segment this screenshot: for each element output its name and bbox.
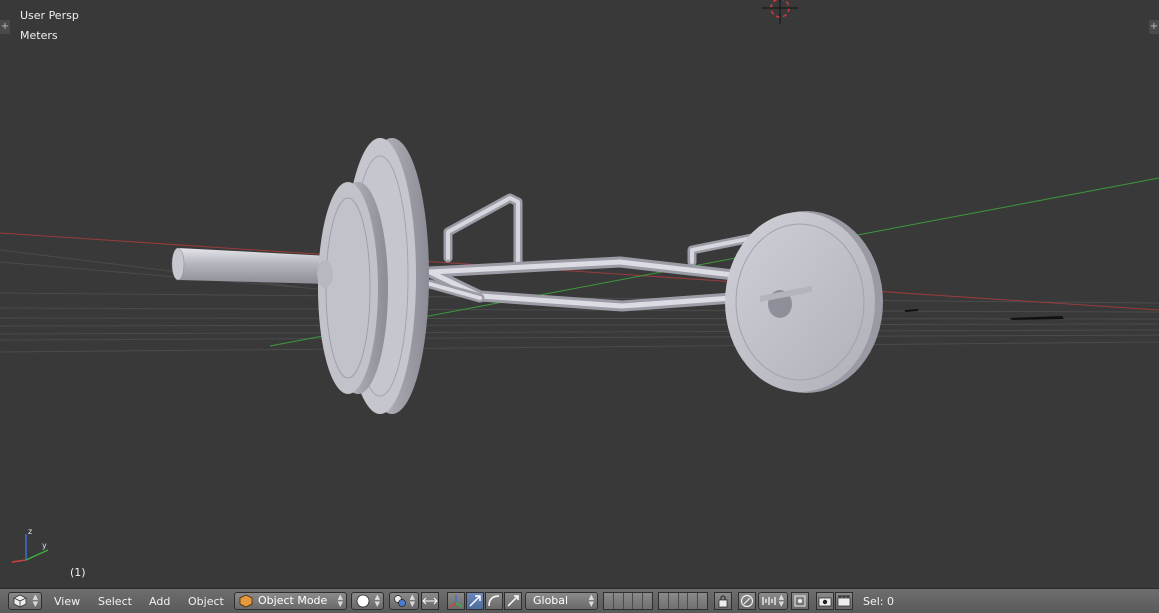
layer-lock-icon	[718, 595, 728, 608]
rotate-arc-icon	[488, 595, 500, 607]
3d-viewport[interactable]: + + User Persp Meters (1) z y	[0, 0, 1159, 588]
pivot-point-icon	[394, 595, 406, 607]
selection-count: Sel: 0	[863, 595, 895, 608]
region-expand-right-icon[interactable]: +	[1149, 20, 1159, 34]
menu-object[interactable]: Object	[186, 593, 226, 610]
scene-layers-b[interactable]	[658, 592, 708, 610]
gizmo-z-label: z	[28, 527, 32, 536]
right-weight-plate	[725, 211, 883, 393]
translate-manipulator-button[interactable]	[466, 592, 484, 610]
layer-lock-button[interactable]	[714, 592, 732, 610]
menu-select[interactable]: Select	[96, 593, 134, 610]
scene-layers-a[interactable]	[603, 592, 653, 610]
proportional-edit-button[interactable]	[738, 592, 756, 610]
updown-arrows-icon: ▲ ▼	[32, 593, 38, 608]
manipulator-axes-icon	[449, 595, 463, 608]
translate-arrow-icon	[469, 595, 481, 607]
mode-selector[interactable]: Object Mode ▲ ▼	[234, 592, 347, 610]
manipulator-toggle[interactable]	[447, 592, 465, 610]
frame-number-label: (1)	[70, 566, 86, 579]
rotate-manipulator-button[interactable]	[485, 592, 503, 610]
updown-arrows-icon: ▲ ▼	[409, 593, 415, 608]
updown-arrows-icon: ▲ ▼	[588, 593, 594, 608]
render-camera-icon	[818, 597, 832, 607]
snap-element-selector[interactable]: ▲ ▼	[758, 592, 788, 610]
mode-label: Object Mode	[258, 594, 328, 607]
scale-manipulator-button[interactable]	[504, 592, 522, 610]
scale-icon	[507, 595, 519, 607]
gizmo-y-label: y	[42, 541, 47, 550]
proportional-edit-icon	[740, 594, 754, 608]
menu-add[interactable]: Add	[147, 593, 172, 610]
menu-view[interactable]: View	[52, 593, 82, 610]
render-animation-icon	[837, 595, 851, 607]
updown-arrows-icon: ▲ ▼	[374, 593, 380, 608]
viewport-shading-selector[interactable]: ▲ ▼	[351, 592, 384, 610]
object-mode-cube-icon	[239, 594, 253, 608]
updown-arrows-icon: ▲ ▼	[778, 593, 784, 608]
view-name-label: User Persp	[20, 9, 79, 22]
solid-shading-icon	[356, 594, 370, 608]
snap-increment-icon	[762, 597, 776, 605]
scene-canvas[interactable]	[0, 0, 1159, 588]
center-arrows-icon	[422, 597, 438, 605]
snap-target-button[interactable]	[791, 592, 809, 610]
units-label: Meters	[20, 29, 58, 42]
snap-magnet-icon	[794, 595, 806, 607]
left-weight-plate-small	[317, 182, 388, 394]
updown-arrows-icon: ▲ ▼	[337, 593, 343, 608]
render-animation-button[interactable]	[835, 592, 853, 610]
render-opengl-button[interactable]	[816, 592, 834, 610]
pivot-point-selector[interactable]: ▲ ▼	[389, 592, 419, 610]
transform-orientation-selector[interactable]: Global ▲ ▼	[525, 592, 598, 610]
cube-icon	[13, 594, 27, 608]
region-expand-left-icon[interactable]: +	[0, 20, 10, 34]
manipulate-centers-only-button[interactable]	[421, 592, 439, 610]
transform-orientation-label: Global	[533, 594, 569, 607]
axis-gizmo: z y	[11, 527, 49, 563]
3d-cursor	[762, 0, 798, 24]
editor-type-button[interactable]: ▲ ▼	[8, 592, 42, 610]
viewport-header: ▲ ▼ View Select Add Object Object Mode ▲ ▼…	[0, 588, 1159, 613]
